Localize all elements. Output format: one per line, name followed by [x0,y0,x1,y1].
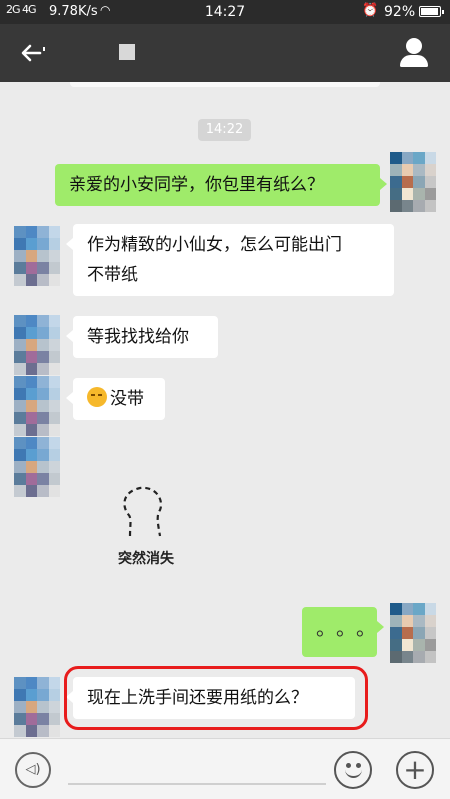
chat-header [0,24,450,82]
message-input[interactable] [68,755,326,785]
message-text: 亲爱的小安同学，你包里有纸么？ [69,175,324,195]
smiley-icon[interactable] [334,751,372,789]
message-text: 。。。 [316,616,386,640]
highlight-annotation [64,666,368,730]
chat-title-placeholder [119,44,135,60]
message-bubble-sent[interactable]: 亲爱的小安同学，你包里有纸么？ [55,164,387,206]
message-timestamp: 14:22 [198,119,251,141]
message-bubble-received[interactable]: 没带 [66,378,165,420]
message-text-line: 不带纸 [87,265,138,285]
voice-icon[interactable]: ◁) [15,752,51,788]
status-bar: 2G 4G 9.78K/s ◠ 14:27 ⏰ 92% [0,0,450,24]
status-time: 14:27 [204,4,246,20]
contact-avatar[interactable] [14,315,60,375]
message-input-field[interactable] [68,755,326,781]
sticker-caption: 突然消失 [118,551,174,567]
plus-icon[interactable]: + [396,751,434,789]
previous-message-edge [70,82,380,87]
message-bubble-received[interactable]: 作为精致的小仙女，怎么可能出门 不带纸 [66,224,394,296]
battery-level: 92% [384,4,416,20]
vanished-sticker[interactable]: 突然消失 [106,484,186,574]
person-icon[interactable] [398,36,430,70]
message-text: 等我找找给你 [87,327,189,347]
contact-avatar[interactable] [14,376,60,436]
message-text: 没带 [110,389,144,409]
dashed-figure-icon [123,486,163,537]
battery-icon [419,6,444,17]
message-bubble-received[interactable]: 等我找找给你 [66,316,218,358]
input-bar: ◁) + [0,738,450,799]
contact-avatar[interactable] [14,226,60,286]
message-text-line: 作为精致的小仙女，怎么可能出门 [87,235,342,255]
contact-avatar[interactable] [14,677,60,737]
crying-laugh-emoji-icon [87,387,107,407]
my-avatar[interactable] [390,603,436,663]
alarm-icon: ⏰ [362,3,379,18]
my-avatar[interactable] [390,152,436,212]
contact-avatar[interactable] [14,437,60,497]
message-bubble-sent[interactable]: 。。。 [302,607,384,657]
back-arrow-icon[interactable] [18,38,48,68]
